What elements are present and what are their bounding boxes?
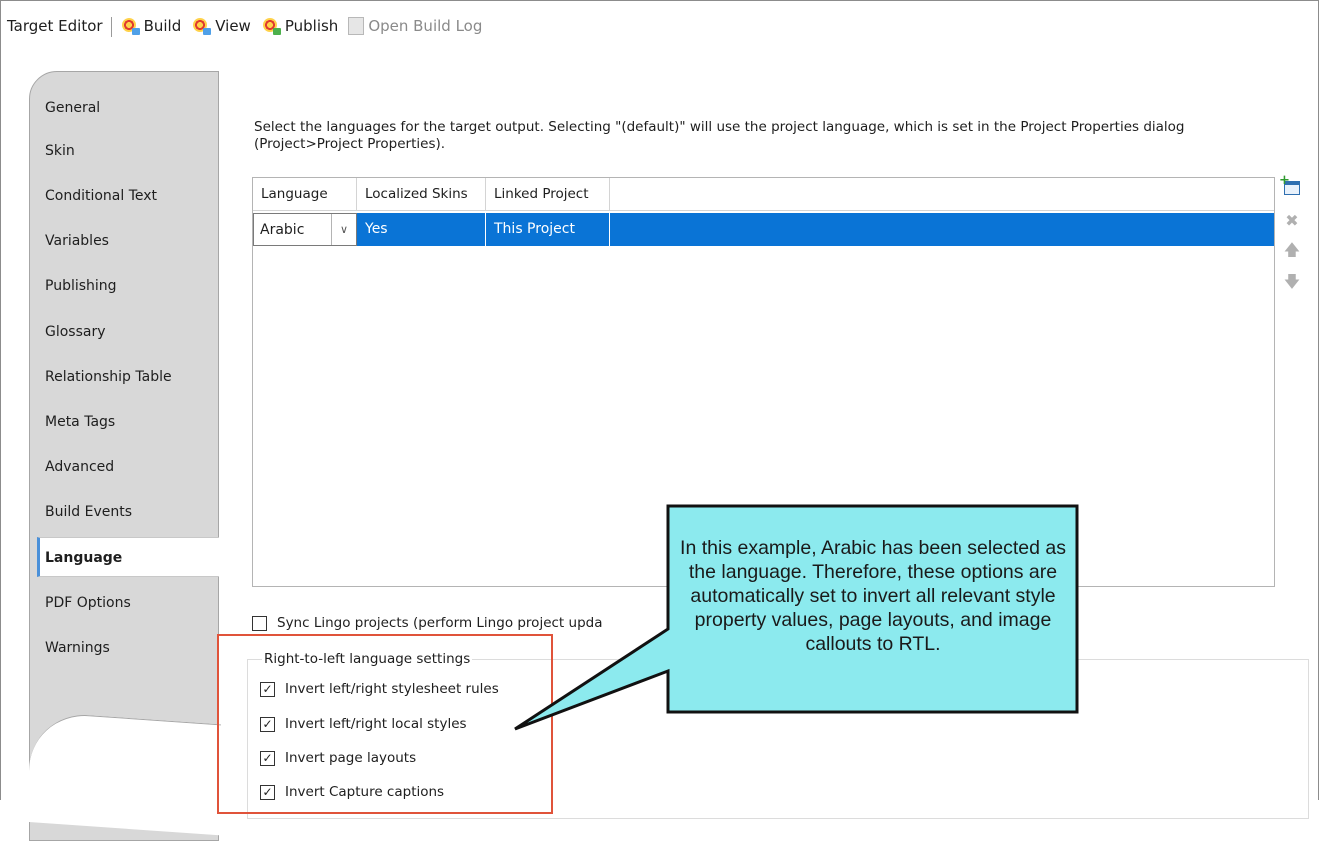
invert-local-styles-label: Invert left/right local styles [285,716,467,732]
sidebar-item-label: Publishing [45,278,117,294]
remove-row-button[interactable]: ✖ [1283,210,1301,230]
sidebar-item-label: Language [45,550,123,566]
invert-stylesheet-rules-label: Invert left/right stylesheet rules [285,681,499,697]
sidebar-item-variables[interactable]: Variables [45,221,219,261]
sidebar-item-advanced[interactable]: Advanced [45,447,219,487]
publish-icon [261,17,281,35]
language-description: Select the languages for the target outp… [254,119,1185,152]
localized-skins-cell[interactable]: Yes [357,213,486,246]
sidebar-item-publishing[interactable]: Publishing [45,266,219,306]
view-icon [191,17,212,35]
build-log-icon [348,17,365,35]
arrow-down-icon: 🡇 [1283,271,1301,291]
sidebar-item-label: Warnings [45,640,110,656]
sidebar-item-label: Relationship Table [45,369,172,385]
add-row-button[interactable] [1279,173,1301,197]
linked-project-cell[interactable]: This Project [486,213,610,246]
column-header-linked-project[interactable]: Linked Project [486,178,610,210]
invert-stylesheet-rules-checkbox[interactable]: ✓ [260,681,275,697]
sidebar-item-warnings[interactable]: Warnings [45,628,219,668]
toolbar-separator [110,17,112,37]
language-select[interactable]: Arabic ∨ [253,213,357,246]
move-down-button[interactable]: 🡇 [1283,272,1301,293]
language-select-value: Arabic [260,221,305,238]
sync-lingo-option[interactable]: Sync Lingo projects (perform Lingo proje… [252,615,602,631]
sidebar-item-pdf-options[interactable]: PDF Options [45,583,219,623]
sidebar-item-label: Conditional Text [45,188,158,204]
sync-lingo-checkbox[interactable] [252,615,267,631]
build-label: Build [143,17,182,35]
arrow-up-icon: 🡅 [1283,239,1301,259]
delete-icon: ✖ [1285,210,1299,230]
table-tools: ✖ 🡅 🡇 [1279,173,1303,307]
move-up-button[interactable]: 🡅 [1283,240,1301,261]
callout-text: In this example, Arabic has been selecte… [680,537,1066,655]
invert-stylesheet-rules-option[interactable]: ✓ Invert left/right stylesheet rules [260,681,499,697]
sidebar-item-relationship-table[interactable]: Relationship Table [45,357,219,397]
invert-capture-captions-label: Invert Capture captions [285,784,445,800]
open-build-log-button[interactable]: Open Build Log [348,17,482,35]
table-row[interactable]: Arabic ∨ Yes This Project [253,213,1274,246]
sidebar-item-meta-tags[interactable]: Meta Tags [45,402,219,442]
target-editor-window: Target Editor Build View Publish Open Bu… [0,0,1319,841]
column-header-localized-skins[interactable]: Localized Skins [357,178,486,210]
invert-page-layouts-option[interactable]: ✓ Invert page layouts [260,750,416,766]
open-build-log-label: Open Build Log [368,17,483,35]
sidebar-item-conditional-text[interactable]: Conditional Text [45,176,219,216]
sidebar-item-label: Build Events [45,504,132,520]
sidebar-item-build-events[interactable]: Build Events [45,492,219,532]
view-label: View [215,17,251,35]
sidebar-item-label: Meta Tags [45,414,116,430]
invert-local-styles-checkbox[interactable]: ✓ [260,716,275,732]
add-row-icon [1279,173,1300,195]
invert-local-styles-option[interactable]: ✓ Invert left/right local styles [260,716,467,732]
sync-lingo-label: Sync Lingo projects (perform Lingo proje… [277,615,603,631]
sidebar-item-language[interactable]: Language [37,537,219,577]
invert-page-layouts-label: Invert page layouts [285,750,417,766]
invert-capture-captions-checkbox[interactable]: ✓ [260,784,275,800]
table-header: Language Localized Skins Linked Project [253,178,1274,211]
invert-capture-captions-option[interactable]: ✓ Invert Capture captions [260,784,444,800]
sidebar-item-glossary[interactable]: Glossary [45,312,219,352]
chevron-down-icon[interactable]: ∨ [331,214,356,245]
publish-label: Publish [284,17,339,35]
sidebar-item-label: Advanced [45,459,115,475]
publish-button[interactable]: Publish [261,17,338,35]
toolbar: Target Editor Build View Publish Open Bu… [1,1,1319,57]
view-button[interactable]: View [191,17,251,35]
sidebar-curl [29,711,221,836]
sidebar-item-label: Variables [45,233,109,249]
row-filler [610,213,1274,246]
build-icon [120,17,140,35]
editor-title: Target Editor [7,17,103,35]
sidebar-item-label: Skin [45,143,75,159]
invert-page-layouts-checkbox[interactable]: ✓ [260,750,275,766]
column-header-language[interactable]: Language [253,178,357,210]
sidebar-item-label: PDF Options [45,595,131,611]
sidebar-item-general[interactable]: General [45,88,219,128]
sidebar-item-label: General [45,100,101,116]
build-button[interactable]: Build [120,17,182,35]
sidebar-item-label: Glossary [45,324,106,340]
sidebar-item-skin[interactable]: Skin [45,131,219,171]
languages-table: Language Localized Skins Linked Project … [252,177,1275,587]
rtl-settings-legend: Right-to-left language settings [262,651,473,667]
